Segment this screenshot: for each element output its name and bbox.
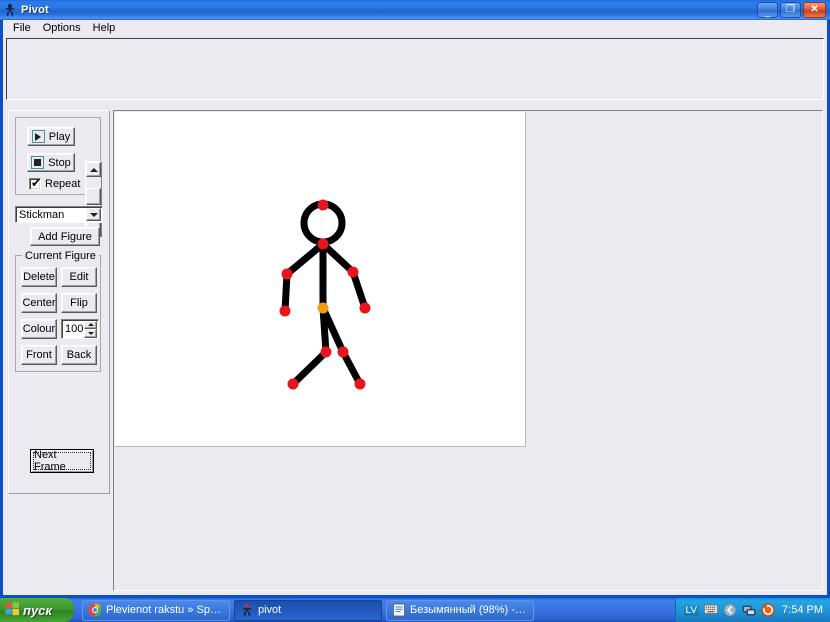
menu-bar: File Options Help [3,20,827,36]
joint-neck[interactable] [317,238,329,250]
joint-left-knee[interactable] [320,346,332,358]
play-button[interactable]: Play [27,127,75,146]
stepper-buttons[interactable] [84,320,97,338]
stop-button-label: Stop [48,156,71,169]
update-icon[interactable] [761,603,775,617]
scrollbar-thumb[interactable] [86,188,101,205]
maximize-button[interactable]: ❐ [780,2,801,18]
joint-right-elbow[interactable] [347,266,359,278]
chevron-up-icon [89,167,98,172]
windows-logo-icon [5,601,20,619]
current-figure-group-title: Current Figure [22,250,99,262]
menu-options[interactable]: Options [37,21,87,35]
figure-type-value: Stickman [19,208,65,221]
joint-left-elbow[interactable] [281,268,293,280]
joint-hip-center[interactable] [317,302,329,314]
repeat-label: Repeat [45,178,81,190]
maximize-icon: ❐ [786,4,795,15]
taskbar-item-label: pivot [258,604,282,616]
chevron-down-icon[interactable] [86,208,101,221]
stickman-figure[interactable] [115,112,526,447]
stickman-icon [3,3,17,17]
document-icon [392,603,406,617]
taskbar-item-browser[interactable]: Plevienot rakstu » Sp… [82,599,230,621]
joint-left-hand[interactable] [279,305,291,317]
stickman-limbs [281,241,369,387]
stepper-down-button[interactable] [84,329,97,338]
title-bar: Pivot _ ❐ ✕ [0,0,830,20]
menu-file[interactable]: File [7,21,37,35]
taskbar: пуск Plevienot rakstu » Sp… pivot Безымя… [0,598,830,622]
taskbar-item-pivot[interactable]: pivot [234,599,382,621]
next-frame-button[interactable]: Next Frame [30,449,94,473]
scroll-up-button[interactable] [86,162,101,177]
colour-button[interactable]: Colour [21,319,57,339]
close-button[interactable]: ✕ [803,2,826,18]
front-button[interactable]: Front [21,345,57,365]
start-label: пуск [23,602,52,618]
delete-button[interactable]: Delete [21,267,57,287]
tool-panel: Play Stop ✔ Repeat Stickman Add Figure C… [8,110,110,494]
taskbar-item-document[interactable]: Безымянный (98%) -… [386,599,534,621]
stepper-up-button[interactable] [84,320,97,329]
joint-left-foot[interactable] [287,378,299,390]
pivot-application-window: Pivot _ ❐ ✕ File Options Help Play Stop … [0,0,830,598]
chevron-up-icon [87,323,94,327]
chevron-down-icon [87,331,94,335]
joint-right-hand[interactable] [359,302,371,314]
animation-canvas[interactable] [115,112,526,447]
language-indicator[interactable]: LV [683,604,700,616]
current-figure-group: Current Figure Delete Edit Center Flip C… [15,250,101,372]
edit-button[interactable]: Edit [61,267,97,287]
checkmark-icon: ✔ [31,176,42,190]
figure-type-select[interactable]: Stickman [15,206,103,223]
stop-button[interactable]: Stop [27,153,75,172]
colour-value: 100 [65,323,84,335]
taskbar-item-label: Plevienot rakstu » Sp… [106,604,221,616]
clock[interactable]: 7:54 PM [782,604,823,616]
minimize-icon: _ [764,7,771,18]
colour-value-stepper[interactable]: 100 [61,319,99,339]
stickman-icon [240,603,254,617]
joint-right-knee[interactable] [337,346,349,358]
frames-strip[interactable] [6,38,824,100]
close-icon: ✕ [810,4,819,15]
shield-icon[interactable] [723,603,737,617]
client-area: Play Stop ✔ Repeat Stickman Add Figure C… [3,36,827,595]
add-figure-button[interactable]: Add Figure [30,227,100,246]
play-triangle-icon [31,130,45,143]
start-button[interactable]: пуск [0,598,74,622]
joint-head-top[interactable] [317,199,329,211]
taskbar-item-label: Безымянный (98%) -… [410,604,526,616]
keyboard-icon[interactable] [704,603,718,617]
menu-help[interactable]: Help [87,21,122,35]
joint-right-foot[interactable] [354,378,366,390]
network-icon[interactable] [742,603,756,617]
frame-scrollbar[interactable] [85,161,102,237]
repeat-checkbox[interactable]: ✔ [29,176,42,190]
flip-button[interactable]: Flip [61,293,97,313]
window-title: Pivot [21,4,49,16]
stop-square-icon [31,156,45,169]
center-button[interactable]: Center [21,293,57,313]
minimize-button[interactable]: _ [757,2,778,18]
play-button-label: Play [48,130,71,143]
canvas-area [113,110,823,591]
system-tray: LV 7:54 PM [674,598,830,622]
back-button[interactable]: Back [61,345,97,365]
next-frame-label: Next Frame [33,449,91,473]
window-controls: _ ❐ ✕ [757,2,826,18]
repeat-checkbox-row[interactable]: ✔ Repeat [29,176,81,190]
chrome-icon [88,603,102,617]
